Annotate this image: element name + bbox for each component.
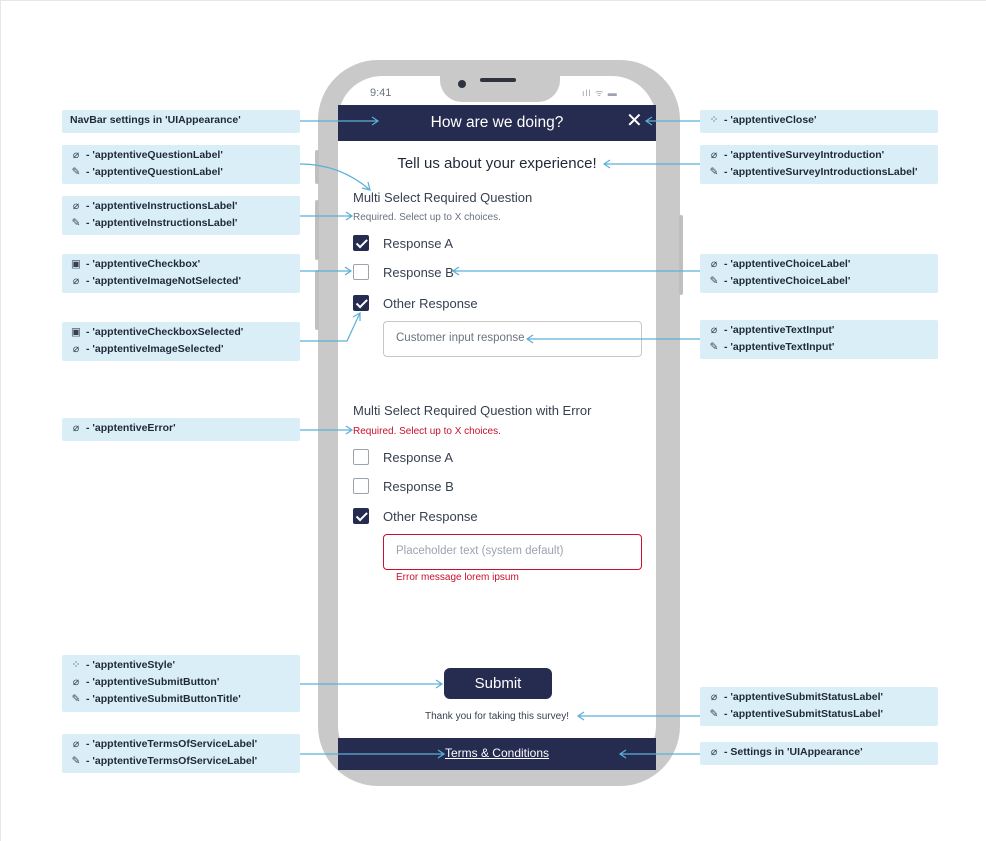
choice-label[interactable]: Response A	[383, 236, 453, 251]
annotation-text: - Settings in 'UIAppearance'	[724, 746, 863, 758]
checkbox-selected[interactable]	[353, 508, 369, 524]
phone-power-button	[679, 215, 683, 295]
style-grid-icon: ⁘	[709, 114, 719, 126]
choice-label[interactable]: Response B	[383, 265, 454, 280]
annotation-survey-introduction: ⌀ - 'apptentiveSurveyIntroduction' ✎ - 'ap…	[700, 145, 938, 184]
annotation-submit-button: ⁘ - 'apptentiveStyle' ⌀ - 'apptentiveSubmi…	[62, 655, 300, 712]
submit-button[interactable]: Submit	[444, 668, 552, 699]
annotation-close: ⁘ - 'apptentiveClose'	[700, 110, 938, 133]
annotation-question-label: ⌀ - 'apptentiveQuestionLabel' ✎ - 'apptent…	[62, 145, 300, 184]
annotation-text: - 'apptentiveCheckboxSelected'	[86, 326, 244, 338]
status-time: 9:41	[370, 87, 392, 99]
annotation-text: - 'apptentiveCheckbox'	[86, 258, 201, 270]
pencil-icon: ✎	[709, 341, 719, 353]
paint-brush-icon: ⌀	[72, 738, 80, 750]
checkbox[interactable]	[353, 478, 369, 494]
navbar-title: How are we doing?	[430, 114, 564, 131]
annotation-navbar-settings: NavBar settings in 'UIAppearance'	[62, 110, 300, 133]
canvas-top-border	[0, 0, 986, 1]
annotation-text: - 'apptentiveInstructionsLabel'	[86, 217, 238, 229]
pencil-icon: ✎	[71, 217, 81, 229]
pencil-icon: ✎	[709, 166, 719, 178]
question-instructions: Required. Select up to X choices.	[353, 212, 501, 223]
annotation-text: - 'apptentiveSubmitStatusLabel'	[724, 708, 884, 720]
pencil-icon: ✎	[71, 693, 81, 705]
speaker-grille	[480, 78, 516, 82]
checkbox-selected[interactable]	[353, 235, 369, 251]
question-label: Multi Select Required Question with Erro…	[353, 403, 592, 418]
pencil-icon: ✎	[71, 755, 81, 767]
annotation-checkbox: ▣ - 'apptentiveCheckbox' ⌀ - 'apptentiveIm…	[62, 254, 300, 293]
phone-side-button	[315, 200, 319, 260]
annotation-instructions-label: ⌀ - 'apptentiveInstructionsLabel' ✎ - 'app…	[62, 196, 300, 235]
paint-brush-icon: ⌀	[710, 258, 718, 270]
annotation-text: - 'apptentiveSubmitButtonTitle'	[86, 693, 241, 705]
choice-label[interactable]: Response B	[383, 479, 454, 494]
paint-brush-icon: ⌀	[710, 149, 718, 161]
checkbox[interactable]	[353, 449, 369, 465]
pencil-icon: ✎	[709, 708, 719, 720]
annotation-text: - 'apptentiveTermsOfServiceLabel'	[86, 738, 258, 750]
status-signal-icon: ıll ᯤ ▬	[582, 88, 618, 98]
choice-label[interactable]: Other Response	[383, 509, 478, 524]
annotation-text: - 'apptentiveSubmitStatusLabel'	[724, 691, 884, 703]
error-instructions: Required. Select up to X choices.	[353, 426, 501, 437]
checkbox-selected[interactable]	[353, 295, 369, 311]
annotation-text-input: ⌀ - 'apptentiveTextInput' ✎ - 'apptentiveT…	[700, 320, 938, 359]
annotation-text: - 'apptentiveImageSelected'	[86, 343, 224, 355]
annotation-text: - 'apptentiveSurveyIntroduction'	[724, 149, 885, 161]
paint-brush-icon: ⌀	[710, 324, 718, 336]
paint-brush-icon: ⌀	[72, 149, 80, 161]
annotation-text: - 'apptentiveSurveyIntroductionsLabel'	[724, 166, 918, 178]
text-input[interactable]: Customer input response	[383, 321, 642, 357]
annotation-terms-label: ⌀ - 'apptentiveTermsOfServiceLabel' ✎ - 'a…	[62, 734, 300, 773]
paint-brush-icon: ⌀	[72, 676, 80, 688]
annotation-text: - 'apptentiveChoiceLabel'	[724, 258, 851, 270]
paint-brush-icon: ⌀	[710, 691, 718, 703]
question-label: Multi Select Required Question	[353, 190, 533, 205]
paint-brush-icon: ⌀	[72, 200, 80, 212]
annotation-choice-label: ⌀ - 'apptentiveChoiceLabel' ✎ - 'apptentiv…	[700, 254, 938, 293]
annotation-text: - 'apptentiveSubmitButton'	[86, 676, 220, 688]
annotation-text: - 'apptentiveTextInput'	[724, 341, 835, 353]
phone-screen	[338, 76, 656, 770]
annotation-text: - 'apptentiveImageNotSelected'	[86, 275, 241, 287]
annotation-text: - 'apptentiveTermsOfServiceLabel'	[86, 755, 258, 767]
checkbox[interactable]	[353, 264, 369, 280]
annotation-text: - 'apptentiveStyle'	[86, 659, 176, 671]
annotation-text: - 'apptentiveInstructionsLabel'	[86, 200, 238, 212]
paint-brush-icon: ⌀	[72, 343, 80, 355]
annotation-text: - 'apptentiveError'	[86, 422, 176, 434]
submit-status-label: Thank you for taking this survey!	[425, 711, 569, 722]
annotation-text: - 'apptentiveTextInput'	[724, 324, 835, 336]
camera-icon	[458, 80, 466, 88]
pencil-icon: ✎	[709, 275, 719, 287]
annotation-footer-settings: ⌀ - Settings in 'UIAppearance'	[700, 742, 938, 765]
choice-label[interactable]: Other Response	[383, 296, 478, 311]
phone-side-button	[315, 150, 319, 184]
phone-side-button	[315, 270, 319, 330]
text-input-error[interactable]: Placeholder text (system default)	[383, 534, 642, 570]
choice-label[interactable]: Response A	[383, 450, 453, 465]
annotation-text: NavBar settings in 'UIAppearance'	[70, 114, 241, 126]
paint-brush-icon: ⌀	[72, 275, 80, 287]
close-icon[interactable]: ✕	[626, 110, 643, 132]
error-message: Error message lorem ipsum	[396, 572, 519, 583]
canvas-left-border	[0, 0, 1, 841]
annotation-checkbox-selected: ▣ - 'apptentiveCheckboxSelected' ⌀ - 'appt…	[62, 322, 300, 361]
annotation-text: - 'apptentiveQuestionLabel'	[86, 149, 223, 161]
image-icon: ▣	[71, 326, 81, 338]
annotation-text: - 'apptentiveQuestionLabel'	[86, 166, 223, 178]
paint-brush-icon: ⌀	[72, 422, 80, 434]
annotation-submit-status: ⌀ - 'apptentiveSubmitStatusLabel' ✎ - 'app…	[700, 687, 938, 726]
annotation-text: - 'apptentiveClose'	[724, 114, 817, 126]
annotation-error: ⌀ - 'apptentiveError'	[62, 418, 300, 441]
annotation-text: - 'apptentiveChoiceLabel'	[724, 275, 851, 287]
pencil-icon: ✎	[71, 166, 81, 178]
survey-introduction: Tell us about your experience!	[397, 155, 597, 172]
style-grid-icon: ⁘	[71, 659, 81, 671]
paint-brush-icon: ⌀	[710, 746, 718, 758]
image-icon: ▣	[71, 258, 81, 270]
terms-link[interactable]: Terms & Conditions	[338, 746, 656, 760]
